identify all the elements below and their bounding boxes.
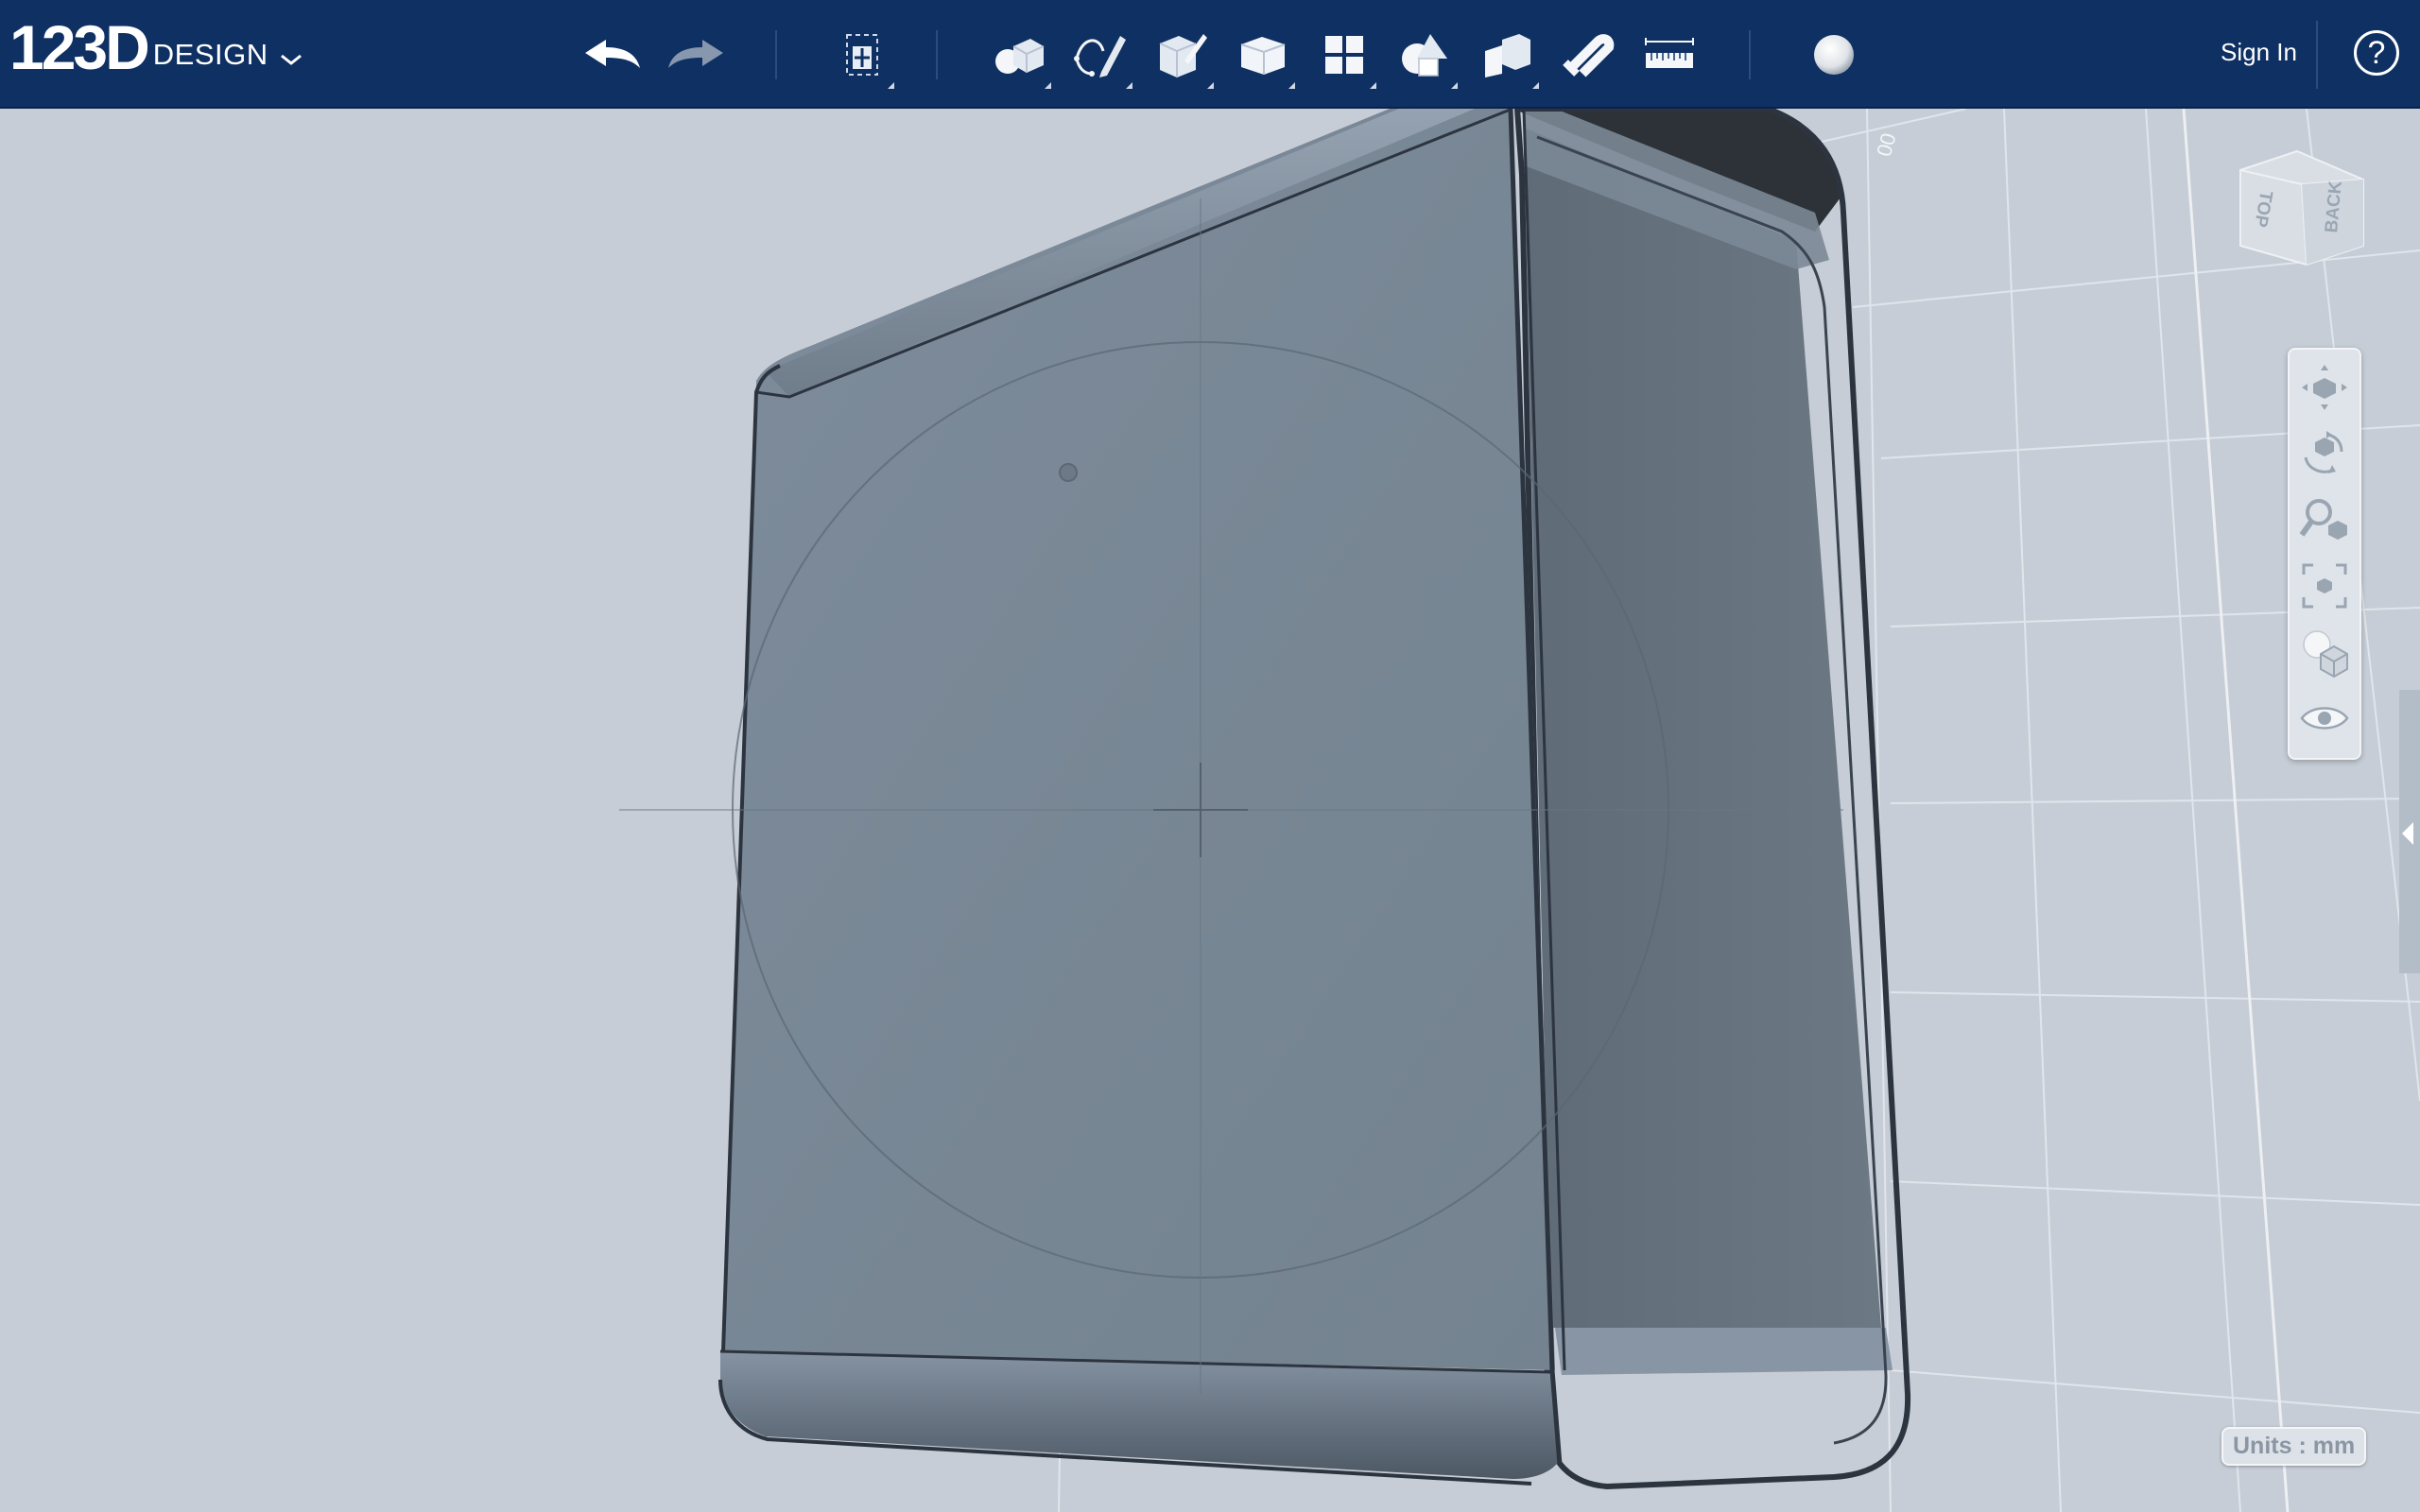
material-sphere-icon (1814, 35, 1854, 75)
material-button[interactable] (1800, 21, 1868, 89)
pan-icon (2302, 365, 2347, 410)
toolbar-separator (936, 30, 938, 79)
grid-label: 00 (1872, 130, 1900, 159)
construct-button[interactable] (1148, 21, 1216, 89)
primitives-button[interactable] (985, 21, 1053, 89)
combine-icon (1485, 34, 1530, 77)
scene-canvas: 00 (619, 109, 2420, 1512)
grouping-shapes-icon (1402, 34, 1447, 77)
chevron-down-icon (280, 54, 302, 65)
main-toolbar: 123D DESIGN Sign In ? (0, 0, 2420, 109)
primitives-icon (995, 39, 1045, 74)
modify-cube-icon (1240, 37, 1286, 75)
sign-in-link[interactable]: Sign In (2221, 38, 2297, 67)
snap-button[interactable] (1554, 21, 1622, 89)
units-badge[interactable]: Units : mm (2221, 1427, 2367, 1466)
product-name: DESIGN (152, 38, 268, 71)
construct-icon (1159, 34, 1207, 77)
visibility-eye-icon (2300, 707, 2349, 730)
chevron-left-icon (2402, 822, 2413, 845)
visual-style-icon (2303, 630, 2348, 679)
pattern-grid-icon (1325, 36, 1363, 74)
measure-ruler-icon (1645, 38, 1694, 68)
3d-viewport[interactable]: 00 TOP BACK Units: mm (0, 109, 2420, 1512)
sketch-pencil-icon (1074, 36, 1126, 77)
help-button[interactable]: ? (2354, 30, 2399, 76)
fit-button[interactable] (2294, 556, 2355, 616)
snap-magnet-icon (1563, 34, 1615, 77)
visual-style-button[interactable] (2294, 622, 2355, 682)
pattern-button[interactable] (1310, 21, 1378, 89)
measure-button[interactable] (1635, 21, 1703, 89)
fit-icon (2302, 563, 2347, 609)
combine-button[interactable] (1473, 21, 1541, 89)
transform-icon (846, 34, 878, 76)
app-logo: 123D (9, 12, 150, 82)
app-menu-button[interactable]: 123D DESIGN (9, 13, 302, 81)
view-cube[interactable]: TOP BACK (2231, 142, 2373, 269)
toolbar-separator (1749, 30, 1751, 79)
redo-button[interactable] (662, 21, 730, 89)
sketch-button[interactable] (1066, 21, 1134, 89)
zoom-icon (2299, 499, 2347, 540)
modify-button[interactable] (1229, 21, 1297, 89)
visibility-button[interactable] (2294, 688, 2355, 748)
toolbar-separator (775, 30, 777, 79)
undo-arrow-icon (585, 40, 640, 68)
toolbar-separator (2316, 21, 2318, 89)
transform-button[interactable] (828, 21, 896, 89)
pan-button[interactable] (2294, 357, 2355, 418)
navigation-bar (2288, 348, 2361, 760)
side-panel-toggle[interactable] (2399, 690, 2420, 973)
grouping-button[interactable] (1392, 21, 1460, 89)
redo-arrow-icon (668, 40, 723, 68)
orbit-icon (2304, 431, 2343, 473)
undo-button[interactable] (579, 21, 647, 89)
zoom-button[interactable] (2294, 490, 2355, 550)
orbit-button[interactable] (2294, 423, 2355, 484)
